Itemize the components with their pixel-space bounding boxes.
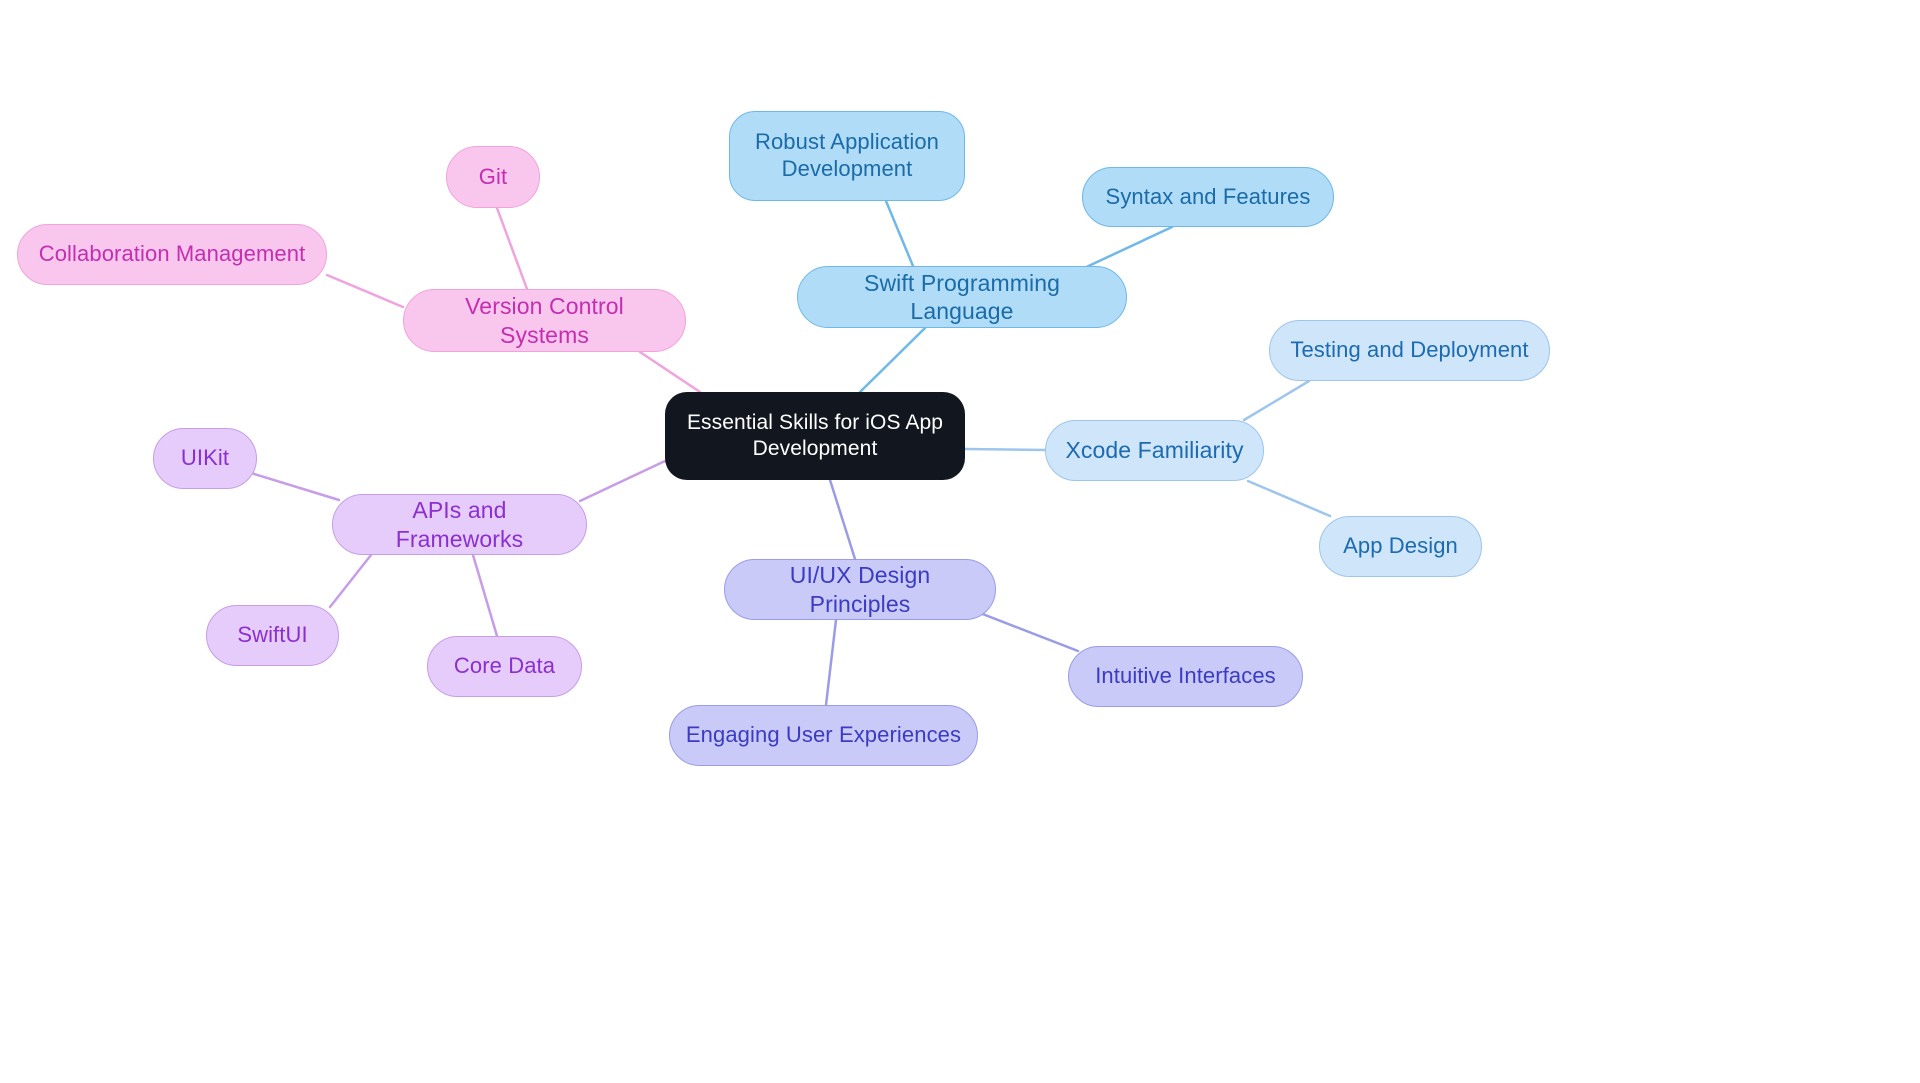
node-label: Git xyxy=(478,163,508,189)
edge-root-version-control xyxy=(638,350,702,394)
node-label: APIs and Frameworks xyxy=(395,497,524,552)
mindmap-node-app-design[interactable]: App Design xyxy=(1319,516,1482,577)
node-label: Syntax and Features xyxy=(1105,183,1311,209)
node-label: Intuitive Interfaces xyxy=(1095,663,1276,689)
mindmap-canvas: Essential Skills for iOS App Development… xyxy=(0,0,1920,1083)
node-label: UIKit xyxy=(180,445,230,471)
edge-xcode-testing xyxy=(1242,379,1311,422)
mindmap-node-testing-and-deployment[interactable]: Testing and Deployment xyxy=(1269,320,1550,381)
mindmap-root-node[interactable]: Essential Skills for iOS App Development xyxy=(665,392,965,480)
edge-uiux-engaging xyxy=(824,618,838,707)
node-label: SwiftUI xyxy=(237,622,308,648)
node-label: Core Data xyxy=(453,653,556,679)
node-label: Swift Programming Language xyxy=(864,269,1060,324)
node-label: Robust Application Development xyxy=(754,129,940,181)
mindmap-node-engaging-user-experiences[interactable]: Engaging User Experiences xyxy=(669,705,978,766)
mindmap-node-uikit[interactable]: UIKit xyxy=(153,428,257,489)
node-label: Essential Skills for iOS App Development xyxy=(686,411,944,460)
edge-apis-swiftui xyxy=(328,553,373,609)
edge-xcode-appdesign xyxy=(1246,479,1332,518)
node-label: Engaging User Experiences xyxy=(685,722,962,748)
mindmap-node-robust-application-development[interactable]: Robust Application Development xyxy=(729,111,965,201)
mindmap-node-swiftui[interactable]: SwiftUI xyxy=(206,605,339,666)
edge-uiux-intuitive xyxy=(978,611,1080,653)
edge-root-apis xyxy=(578,459,667,503)
edge-swift-syntax xyxy=(1078,225,1174,272)
mindmap-node-xcode-familiarity[interactable]: Xcode Familiarity xyxy=(1045,420,1264,481)
mindmap-node-intuitive-interfaces[interactable]: Intuitive Interfaces xyxy=(1068,646,1303,707)
node-label: Testing and Deployment xyxy=(1290,337,1529,363)
mindmap-node-syntax-and-features[interactable]: Syntax and Features xyxy=(1082,167,1334,227)
edge-apis-uikit xyxy=(249,471,341,502)
mindmap-node-apis-and-frameworks[interactable]: APIs and Frameworks xyxy=(332,494,587,555)
node-label: Version Control Systems xyxy=(465,293,624,348)
edge-apis-coredata xyxy=(471,553,499,638)
edge-version-control-collaboration xyxy=(325,273,405,309)
node-label: Xcode Familiarity xyxy=(1065,437,1244,464)
mindmap-node-git[interactable]: Git xyxy=(446,146,540,208)
mindmap-node-core-data[interactable]: Core Data xyxy=(427,636,582,697)
mindmap-node-version-control-systems[interactable]: Version Control Systems xyxy=(403,289,686,352)
edge-swift-robust xyxy=(884,199,915,268)
mindmap-node-ui-ux-design-principles[interactable]: UI/UX Design Principles xyxy=(724,559,996,620)
edge-root-uiux xyxy=(828,478,857,561)
mindmap-node-collaboration-management[interactable]: Collaboration Management xyxy=(17,224,327,285)
edge-version-control-git xyxy=(495,206,529,291)
edge-root-swift xyxy=(858,326,927,394)
node-label: Collaboration Management xyxy=(38,241,306,267)
edge-root-xcode xyxy=(963,447,1047,452)
mindmap-node-swift-programming-language[interactable]: Swift Programming Language xyxy=(797,266,1127,328)
node-label: App Design xyxy=(1343,533,1458,559)
node-label: UI/UX Design Principles xyxy=(789,562,931,617)
